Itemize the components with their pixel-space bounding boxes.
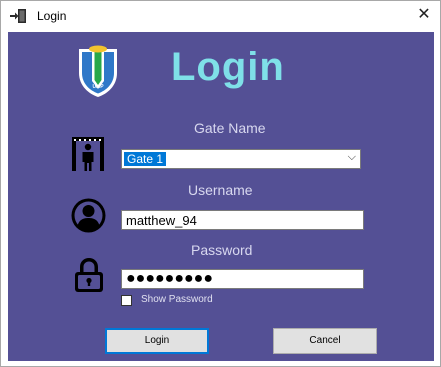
gate-name-value: Gate 1 [124,152,167,166]
close-icon: ✕ [417,6,431,23]
window-title: Login [37,9,67,23]
show-password-label[interactable]: Show Password [141,294,213,305]
gate-name-label: Gate Name [194,120,266,136]
password-field[interactable]: ●●●●●●●●● [121,269,364,289]
username-label: Username [188,182,253,198]
login-panel: UMP Login Gate Name Gate 1 ⌵ Username ma… [8,32,434,361]
door-enter-icon [10,9,26,23]
login-window: Login ✕ UMP Login Gate Name Gate 1 ⌵ Use… [0,0,441,367]
title-bar[interactable]: Login ✕ [1,1,440,31]
gate-name-select[interactable]: Gate 1 ⌵ [121,149,361,169]
password-label: Password [191,242,253,258]
chevron-down-icon[interactable]: ⌵ [348,151,356,164]
login-heading: Login [171,45,285,89]
close-button[interactable]: ✕ [414,5,434,25]
university-shield-logo: UMP [79,45,117,97]
cancel-button[interactable]: Cancel [273,328,377,354]
show-password-checkbox[interactable] [121,295,132,306]
walkthrough-gate-icon [72,137,104,171]
login-button[interactable]: Login [105,328,209,354]
username-field[interactable]: matthew_94 [121,210,364,230]
user-circle-icon [71,198,106,233]
svg-text:UMP: UMP [92,84,104,90]
padlock-icon [75,258,103,292]
